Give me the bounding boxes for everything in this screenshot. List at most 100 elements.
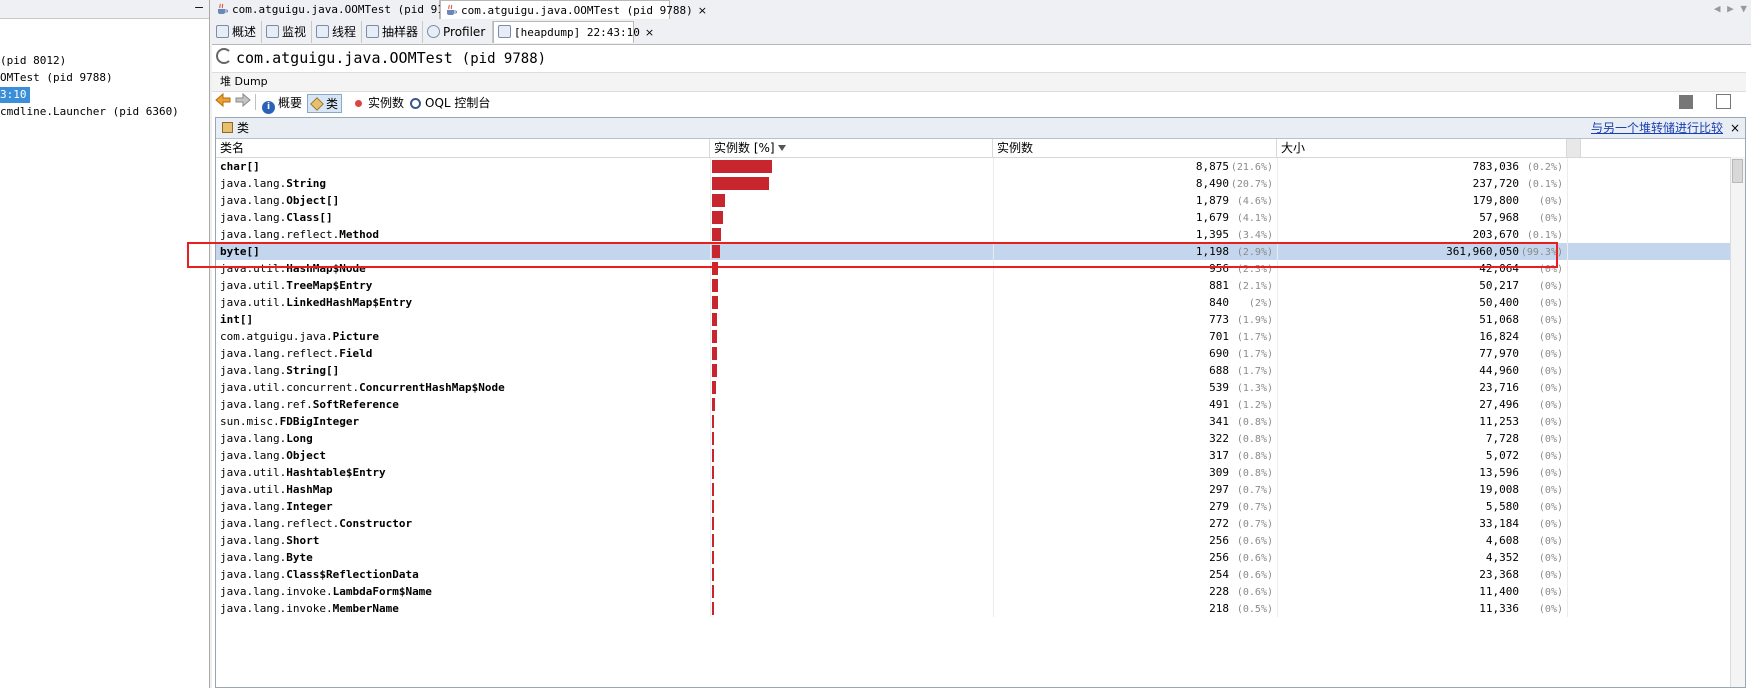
size-percent: (0%) — [1538, 468, 1563, 479]
table-row[interactable]: sun.misc.FDBigInteger 341 (0.8%) 11,253 (0%) — [216, 413, 1745, 430]
instances-percent-bar — [712, 262, 718, 275]
package-name: java.util.concurrent. — [220, 381, 360, 394]
table-row[interactable]: java.lang.reflect.Method 1,395 (3.4%) 203,6… — [216, 226, 1745, 243]
instance-percent: (3.4%) — [1236, 230, 1273, 241]
class-simple-name: FDBigInteger — [279, 415, 360, 428]
tab-monitor[interactable]: 监视 — [262, 21, 312, 43]
table-row[interactable]: java.lang.Object[] 1,879 (4.6%) 179,800 (0%) — [216, 192, 1745, 209]
class-simple-name: Integer — [286, 500, 333, 513]
close-icon[interactable]: × — [645, 26, 654, 39]
instances-cell: 228 (0.6%) — [993, 583, 1273, 601]
instances-percent-bar — [712, 296, 718, 309]
tab-sampler[interactable]: 抽样器 — [362, 21, 423, 43]
tab-label: 抽样器 — [382, 25, 419, 39]
table-row[interactable]: java.lang.Integer 279 (0.7%) 5,580 (0%) — [216, 498, 1745, 515]
class-name-cell: java.lang.Short — [220, 532, 319, 549]
instances-percent-bar — [712, 568, 714, 581]
table-row[interactable]: java.lang.String[] 688 (1.7%) 44,960 (0%) — [216, 362, 1745, 379]
tab-heapdump[interactable]: [heapdump] 22:43:10 × — [493, 21, 654, 43]
summary-button[interactable]: i 概要 — [262, 94, 302, 114]
table-row[interactable]: com.atguigu.java.Picture 701 (1.7%) 16,824 (… — [216, 328, 1745, 345]
table-row[interactable]: java.lang.reflect.Field 690 (1.7%) 77,970 (0… — [216, 345, 1745, 362]
minimize-button[interactable]: — — [195, 0, 203, 16]
forward-arrow-icon[interactable] — [235, 92, 251, 111]
table-row[interactable]: java.lang.Class[] 1,679 (4.1%) 57,968 (0%) — [216, 209, 1745, 226]
size-value: 5,580 — [1485, 500, 1519, 513]
classes-button[interactable]: 类 — [307, 94, 343, 113]
save-heapdump-icon[interactable] — [1679, 95, 1693, 109]
heapdump-icon — [498, 25, 511, 38]
scrollbar-thumb[interactable] — [1732, 159, 1743, 183]
class-name-cell: java.util.Hashtable$Entry — [220, 464, 386, 481]
class-simple-name: Short — [286, 534, 320, 547]
column-divider — [1277, 158, 1278, 617]
tab-overview[interactable]: 概述 — [212, 21, 262, 43]
size-cell: 33,184 (0%) — [1277, 515, 1563, 533]
close-icon[interactable]: × — [698, 4, 707, 17]
column-size[interactable]: 大小 — [1277, 139, 1567, 157]
table-row[interactable]: int[] 773 (1.9%) 51,068 (0%) — [216, 311, 1745, 328]
tree-item[interactable]: (pid 8012) — [0, 53, 66, 69]
instance-count: 297 — [1209, 483, 1229, 496]
table-row[interactable]: java.lang.invoke.LambdaForm$Name 228 (0.6%… — [216, 583, 1745, 600]
table-header: 类名 实例数 [%] 实例数 大小 — [216, 139, 1745, 158]
instances-cell: 8,875 (21.6%) — [993, 158, 1273, 176]
table-row[interactable]: byte[] 1,198 (2.9%) 361,960,050 (99.3%) — [216, 243, 1745, 260]
tab-threads[interactable]: 线程 — [312, 21, 362, 43]
table-row[interactable]: java.lang.Class$ReflectionData 254 (0.6%) 2… — [216, 566, 1745, 583]
size-percent: (0%) — [1538, 536, 1563, 547]
table-row[interactable]: java.util.LinkedHashMap$Entry 840 (2%) 50,4… — [216, 294, 1745, 311]
doc-tab-pid-9196[interactable]: com.atguigu.java.OOMTest (pid 9196)× — [212, 0, 478, 19]
table-row[interactable]: java.util.HashMap 297 (0.7%) 19,008 (0%) — [216, 481, 1745, 498]
instances-cell: 341 (0.8%) — [993, 413, 1273, 431]
size-percent: (0%) — [1538, 519, 1563, 530]
class-simple-name: int[] — [220, 313, 254, 326]
overview-icon — [216, 25, 229, 38]
table-row[interactable]: java.lang.Byte 256 (0.6%) 4,352 (0%) — [216, 549, 1745, 566]
compare-heapdump-link[interactable]: 与另一个堆转储进行比较 — [1591, 118, 1723, 138]
instance-percent: (0.8%) — [1236, 417, 1273, 428]
table-row[interactable]: java.lang.Short 256 (0.6%) 4,608 (0%) — [216, 532, 1745, 549]
size-cell: 11,253 (0%) — [1277, 413, 1563, 431]
oql-console-button[interactable]: OQL 控制台 — [410, 94, 490, 113]
class-simple-name: LinkedHashMap$Entry — [286, 296, 413, 309]
back-arrow-icon[interactable] — [215, 92, 231, 111]
classes-icon — [222, 122, 233, 133]
tab-navigation-arrows[interactable]: ◀ ▶ ▼ — [1714, 0, 1747, 18]
column-class-name[interactable]: 类名 — [216, 139, 710, 157]
class-simple-name: Object[] — [286, 194, 340, 207]
column-instances-percent[interactable]: 实例数 [%] — [710, 139, 993, 157]
instances-cell: 1,679 (4.1%) — [993, 209, 1273, 227]
vertical-scrollbar[interactable] — [1730, 157, 1745, 687]
table-row[interactable]: java.lang.ref.SoftReference 491 (1.2%) 27,4… — [216, 396, 1745, 413]
tree-item[interactable]: OMTest (pid 9788) — [0, 70, 113, 86]
table-row[interactable]: java.lang.String 8,490 (20.7%) 237,720 (0.1%… — [216, 175, 1745, 192]
app-pid: (pid 9788) — [461, 51, 547, 67]
table-row[interactable]: java.lang.Long 322 (0.8%) 7,728 (0%) — [216, 430, 1745, 447]
table-row[interactable]: java.lang.Object 317 (0.8%) 5,072 (0%) — [216, 447, 1745, 464]
tree-item[interactable]: cmdline.Launcher (pid 6360) — [0, 104, 179, 120]
size-percent: (0%) — [1538, 417, 1563, 428]
column-instances[interactable]: 实例数 — [993, 139, 1277, 157]
instance-percent: (1.3%) — [1236, 383, 1273, 394]
table-row[interactable]: java.util.Hashtable$Entry 309 (0.8%) 13,596… — [216, 464, 1745, 481]
close-icon[interactable]: × — [1730, 118, 1740, 138]
doc-tab-pid-9788[interactable]: com.atguigu.java.OOMTest (pid 9788) × — [440, 0, 707, 19]
table-row[interactable]: char[] 8,875 (21.6%) 783,036 (0.2%) — [216, 158, 1745, 175]
size-percent: (0%) — [1538, 400, 1563, 411]
instances-cell: 279 (0.7%) — [993, 498, 1273, 516]
instances-cell: 690 (1.7%) — [993, 345, 1273, 363]
tab-profiler[interactable]: Profiler — [423, 21, 493, 43]
instances-button[interactable]: 实例数 — [352, 94, 404, 113]
table-row[interactable]: java.lang.reflect.Constructor 272 (0.7%) 33… — [216, 515, 1745, 532]
class-simple-name: Long — [286, 432, 313, 445]
column-chooser-icon[interactable] — [1567, 139, 1581, 157]
size-percent: (0%) — [1538, 570, 1563, 581]
table-row[interactable]: java.lang.invoke.MemberName 218 (0.5%) 11,3… — [216, 600, 1745, 617]
table-row[interactable]: java.util.HashMap$Node 956 (2.3%) 42,064 (0%… — [216, 260, 1745, 277]
table-row[interactable]: java.util.TreeMap$Entry 881 (2.1%) 50,217 (0… — [216, 277, 1745, 294]
instance-percent: (1.2%) — [1236, 400, 1273, 411]
table-row[interactable]: java.util.concurrent.ConcurrentHashMap$N… — [216, 379, 1745, 396]
tree-item-selected[interactable]: 3:10 — [0, 87, 30, 103]
snapshot-icon[interactable] — [1716, 94, 1731, 109]
